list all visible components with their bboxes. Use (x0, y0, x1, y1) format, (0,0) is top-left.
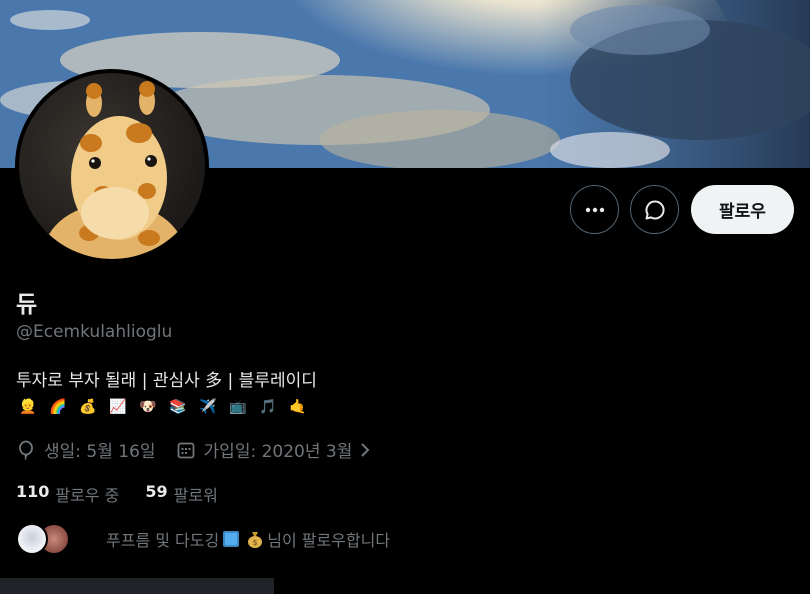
bio-emojis: 👱 🌈 💰 📈 🐶 📚 ✈️ 📺 🎵 🤙 (16, 394, 310, 420)
chevron-right-icon (358, 440, 378, 460)
profile-bio: 투자로 부자 될래 | 관심사 多 | 블루레이디 (16, 371, 317, 391)
calendar-icon (176, 440, 196, 460)
following-count: 110 (16, 482, 50, 501)
message-button[interactable] (630, 185, 679, 234)
following-link[interactable]: 110 팔로우 중 (16, 482, 119, 506)
followed-by-names: 푸프름 및 다도깅 (106, 531, 220, 550)
call-me-emoji: 🤙 (289, 399, 307, 415)
balloon-icon (16, 440, 36, 460)
followers-count: 59 (145, 482, 168, 501)
followed-by[interactable]: 푸프름 및 다도깅 $ 님이 팔로우합니다 (16, 523, 390, 555)
person-emoji: 👱 (19, 399, 37, 415)
blue-book-icon (221, 529, 241, 549)
joined-text: 가입일: 2020년 3월 (203, 442, 353, 462)
more-button[interactable] (570, 185, 619, 234)
money-bag-icon: $ (245, 529, 265, 549)
dog-emoji: 🐶 (139, 399, 157, 415)
svg-text:$: $ (253, 538, 258, 547)
books-emoji: 📚 (169, 399, 187, 415)
chart-emoji: 📈 (109, 399, 127, 415)
profile-meta: 생일: 5월 16일 가입일: 2020년 3월 (16, 437, 398, 462)
profile-handle: @Ecemkulahlioglu (16, 322, 173, 342)
birthday-item: 생일: 5월 16일 (16, 437, 156, 462)
birthday-text: 생일: 5월 16일 (44, 442, 156, 462)
music-emoji: 🎵 (259, 399, 277, 415)
rainbow-emoji: 🌈 (49, 399, 67, 415)
airplane-emoji: ✈️ (199, 399, 217, 415)
profile-avatar[interactable] (15, 69, 209, 263)
profile-stats: 110 팔로우 중 59 팔로워 (16, 482, 244, 506)
tab-bar-edge (0, 578, 274, 594)
more-icon (585, 207, 604, 212)
followed-by-text: 푸프름 및 다도깅 $ 님이 팔로우합니다 (106, 527, 390, 551)
followers-label: 팔로워 (173, 486, 218, 505)
joined-item[interactable]: 가입일: 2020년 3월 (176, 437, 379, 462)
profile-name: 듀 (16, 292, 38, 318)
following-label: 팔로우 중 (55, 486, 120, 505)
avatar-image (19, 73, 205, 259)
tv-emoji: 📺 (229, 399, 247, 415)
followed-by-suffix: 님이 팔로우합니다 (267, 531, 391, 550)
follow-button[interactable]: 팔로우 (691, 185, 794, 234)
money-bag-emoji: 💰 (79, 399, 97, 415)
followers-link[interactable]: 59 팔로워 (145, 482, 217, 506)
follower-avatar (16, 523, 48, 555)
message-icon (644, 199, 665, 219)
